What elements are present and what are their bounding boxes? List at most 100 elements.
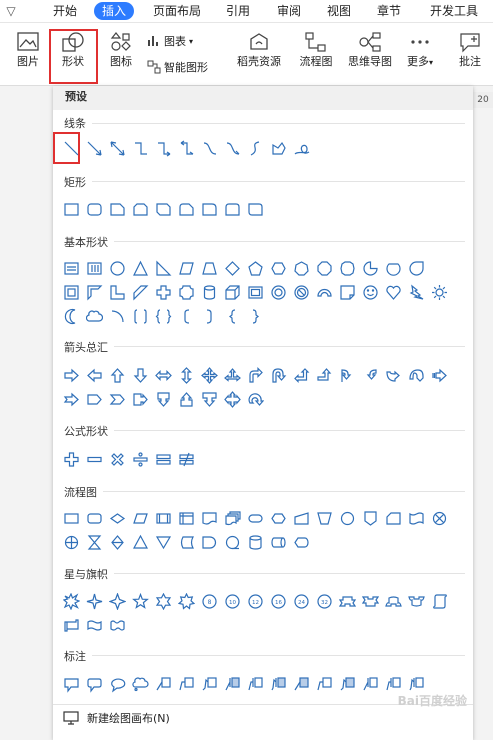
up-arrow-callout-shape[interactable]	[176, 389, 196, 409]
vertical-text-box-shape[interactable]	[84, 258, 104, 278]
manual-input-shape[interactable]	[291, 508, 311, 528]
parallelogram-shape[interactable]	[176, 258, 196, 278]
horizontal-scroll-shape[interactable]	[61, 615, 81, 635]
snip-corner-rectangle-shape[interactable]	[107, 199, 127, 219]
tab-review[interactable]: 审阅	[273, 2, 305, 20]
six-point-star-shape[interactable]	[153, 591, 173, 611]
star-16-shape[interactable]: 16	[268, 591, 288, 611]
plaque-shape[interactable]	[176, 282, 196, 302]
scribble-shape[interactable]	[291, 138, 311, 158]
curved-up-ribbon-shape[interactable]	[383, 591, 403, 611]
accent-callout-1-shape[interactable]	[222, 674, 242, 694]
star-32-shape[interactable]: 32	[314, 591, 334, 611]
can-shape[interactable]	[199, 282, 219, 302]
curved-down-ribbon-shape[interactable]	[406, 591, 426, 611]
flowchart-button[interactable]: 流程图	[294, 27, 338, 83]
mindmap-button[interactable]: 思维导图	[343, 27, 397, 83]
manual-operation-shape[interactable]	[314, 508, 334, 528]
border-callout-3-shape[interactable]	[337, 674, 357, 694]
round-single-corner-rectangle-shape[interactable]	[199, 199, 219, 219]
line-callout-2-shape[interactable]	[176, 674, 196, 694]
cube-shape[interactable]	[222, 282, 242, 302]
text-box-shape[interactable]	[61, 258, 81, 278]
heart-shape[interactable]	[383, 282, 403, 302]
pentagon-shape[interactable]	[245, 258, 265, 278]
triangle-shape[interactable]	[130, 258, 150, 278]
chevron-shape[interactable]	[107, 389, 127, 409]
snip-diagonal-rectangle-shape[interactable]	[153, 199, 173, 219]
snip-same-side-rectangle-shape[interactable]	[130, 199, 150, 219]
frame-shape[interactable]	[61, 282, 81, 302]
pie-shape[interactable]	[360, 258, 380, 278]
tab-references[interactable]: 引用	[222, 2, 254, 20]
seven-point-star-shape[interactable]	[176, 591, 196, 611]
star-8-shape[interactable]: 8	[199, 591, 219, 611]
bent-up-arrow-shape[interactable]	[314, 365, 334, 385]
delay-shape[interactable]	[199, 532, 219, 552]
extract-shape[interactable]	[130, 532, 150, 552]
punched-tape-shape[interactable]	[406, 508, 426, 528]
or-shape[interactable]	[61, 532, 81, 552]
snip-round-rectangle-shape[interactable]	[176, 199, 196, 219]
stored-data-shape[interactable]	[176, 532, 196, 552]
left-right-up-arrow-shape[interactable]	[222, 365, 242, 385]
arc-shape[interactable]	[107, 306, 127, 326]
chord-shape[interactable]	[383, 258, 403, 278]
freeform-shape[interactable]	[268, 138, 288, 158]
explosion-shape[interactable]	[61, 591, 81, 611]
border-callout-2-shape[interactable]	[314, 674, 334, 694]
rounded-rectangular-callout-shape[interactable]	[84, 674, 104, 694]
left-bracket-shape[interactable]	[176, 306, 196, 326]
curved-down-arrow-shape[interactable]	[406, 365, 426, 385]
not-equal-shape[interactable]	[176, 449, 196, 469]
curved-left-arrow-shape[interactable]	[360, 365, 380, 385]
connector-shape[interactable]	[337, 508, 357, 528]
picture-button[interactable]: 图片	[8, 27, 48, 83]
summing-junction-shape[interactable]	[429, 508, 449, 528]
process-shape[interactable]	[61, 508, 81, 528]
five-point-star-shape[interactable]	[130, 591, 150, 611]
round-diagonal-rectangle-shape[interactable]	[245, 199, 265, 219]
plus-shape[interactable]	[61, 449, 81, 469]
vertical-scroll-shape[interactable]	[429, 591, 449, 611]
decision-shape[interactable]	[107, 508, 127, 528]
alternate-process-shape[interactable]	[84, 508, 104, 528]
down-arrow-shape[interactable]	[130, 365, 150, 385]
tab-page-layout[interactable]: 页面布局	[148, 2, 206, 20]
up-down-arrow-shape[interactable]	[176, 365, 196, 385]
down-arrow-callout-shape[interactable]	[153, 389, 173, 409]
half-frame-shape[interactable]	[84, 282, 104, 302]
curved-up-arrow-shape[interactable]	[383, 365, 403, 385]
direct-access-storage-shape[interactable]	[268, 532, 288, 552]
right-triangle-shape[interactable]	[153, 258, 173, 278]
star-24-shape[interactable]: 24	[291, 591, 311, 611]
octagon-shape[interactable]	[314, 258, 334, 278]
down-arrow-callout-2-shape[interactable]	[199, 389, 219, 409]
bent-arrow-shape[interactable]	[245, 365, 265, 385]
left-right-arrow-shape[interactable]	[153, 365, 173, 385]
diagonal-stripe-shape[interactable]	[130, 282, 150, 302]
double-wave-shape[interactable]	[107, 615, 127, 635]
bevel-shape[interactable]	[245, 282, 265, 302]
right-arrow-shape[interactable]	[61, 365, 81, 385]
sequential-access-storage-shape[interactable]	[222, 532, 242, 552]
teardrop-shape[interactable]	[406, 258, 426, 278]
magnetic-disk-shape[interactable]	[245, 532, 265, 552]
tab-chapter[interactable]: 章节	[373, 2, 405, 20]
accent-callout-2-shape[interactable]	[245, 674, 265, 694]
lightning-bolt-shape[interactable]	[406, 282, 426, 302]
trapezoid-shape[interactable]	[199, 258, 219, 278]
smiley-face-shape[interactable]	[360, 282, 380, 302]
elbow-double-arrow-shape[interactable]	[176, 138, 196, 158]
tab-developer[interactable]: 开发工具	[424, 2, 484, 20]
divide-shape[interactable]	[130, 449, 150, 469]
pentagon-arrow-shape[interactable]	[84, 389, 104, 409]
decagon-shape[interactable]	[337, 258, 357, 278]
elbow-connector-shape[interactable]	[130, 138, 150, 158]
internal-storage-shape[interactable]	[176, 508, 196, 528]
notched-right-arrow-shape[interactable]	[61, 389, 81, 409]
elbow-arrow-connector-shape[interactable]	[153, 138, 173, 158]
predefined-process-shape[interactable]	[153, 508, 173, 528]
double-brace-shape[interactable]	[153, 306, 173, 326]
oval-shape[interactable]	[107, 258, 127, 278]
